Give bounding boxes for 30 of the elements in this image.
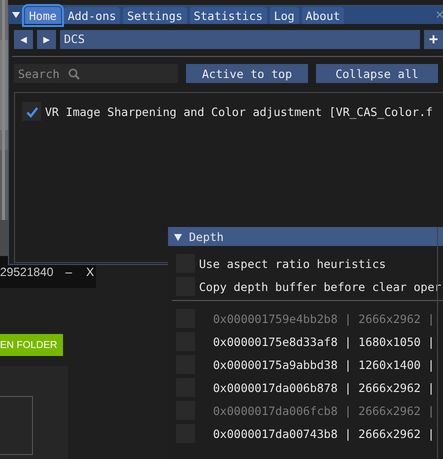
toolbar-button[interactable]: Collapse all xyxy=(316,64,438,83)
image-frame xyxy=(0,396,33,455)
expanded-arrow-icon xyxy=(173,232,183,242)
checkbox[interactable] xyxy=(22,102,41,121)
depth-buffer-label: 0x0000017da00743b8 | 2666x2962 | xyxy=(213,426,435,440)
minimize-button[interactable]: – xyxy=(63,265,74,279)
depth-buffer-label: 0x00000175a9abbd38 | 1260x1400 | xyxy=(213,358,435,372)
tab[interactable]: Statistics xyxy=(190,7,267,24)
forward-button[interactable]: ▶ xyxy=(37,30,56,49)
depth-buffer-label: 0x000001759e4bb2b8 | 2666x2962 | xyxy=(213,312,435,326)
tab[interactable]: Log xyxy=(270,7,299,24)
tab[interactable]: About xyxy=(302,7,344,24)
tab[interactable]: Home xyxy=(25,7,61,24)
tab[interactable]: Add-ons xyxy=(64,7,120,24)
option-label: Use aspect ratio heuristics xyxy=(199,256,386,270)
collapse-arrow-icon[interactable] xyxy=(11,10,21,20)
tab[interactable]: Settings xyxy=(123,7,187,24)
depth-buffer-label: 0x0000017da006fcb8 | 2666x2962 | xyxy=(213,404,435,418)
depth-buffer-label: 0x00000175e8d33af8 | 1680x1050 | xyxy=(213,334,435,348)
add-button[interactable]: + xyxy=(424,30,443,49)
preset-path-field[interactable]: DCS xyxy=(60,30,420,49)
close-button[interactable]: X xyxy=(84,265,96,279)
section-header[interactable]: Depth xyxy=(168,227,443,246)
effect-label: VR Image Sharpening and Color adjustment [VR_CAS_Color.f xyxy=(45,104,433,118)
window-title: 29521840 xyxy=(0,265,54,279)
depth-buffer-label: 0x0000017da006b878 | 2666x2962 | xyxy=(213,380,435,394)
toolbar-button[interactable]: Active to top xyxy=(186,64,308,83)
search-icon xyxy=(68,68,80,80)
search-field[interactable]: Search xyxy=(14,64,178,83)
back-button[interactable]: ◀ xyxy=(14,30,33,49)
